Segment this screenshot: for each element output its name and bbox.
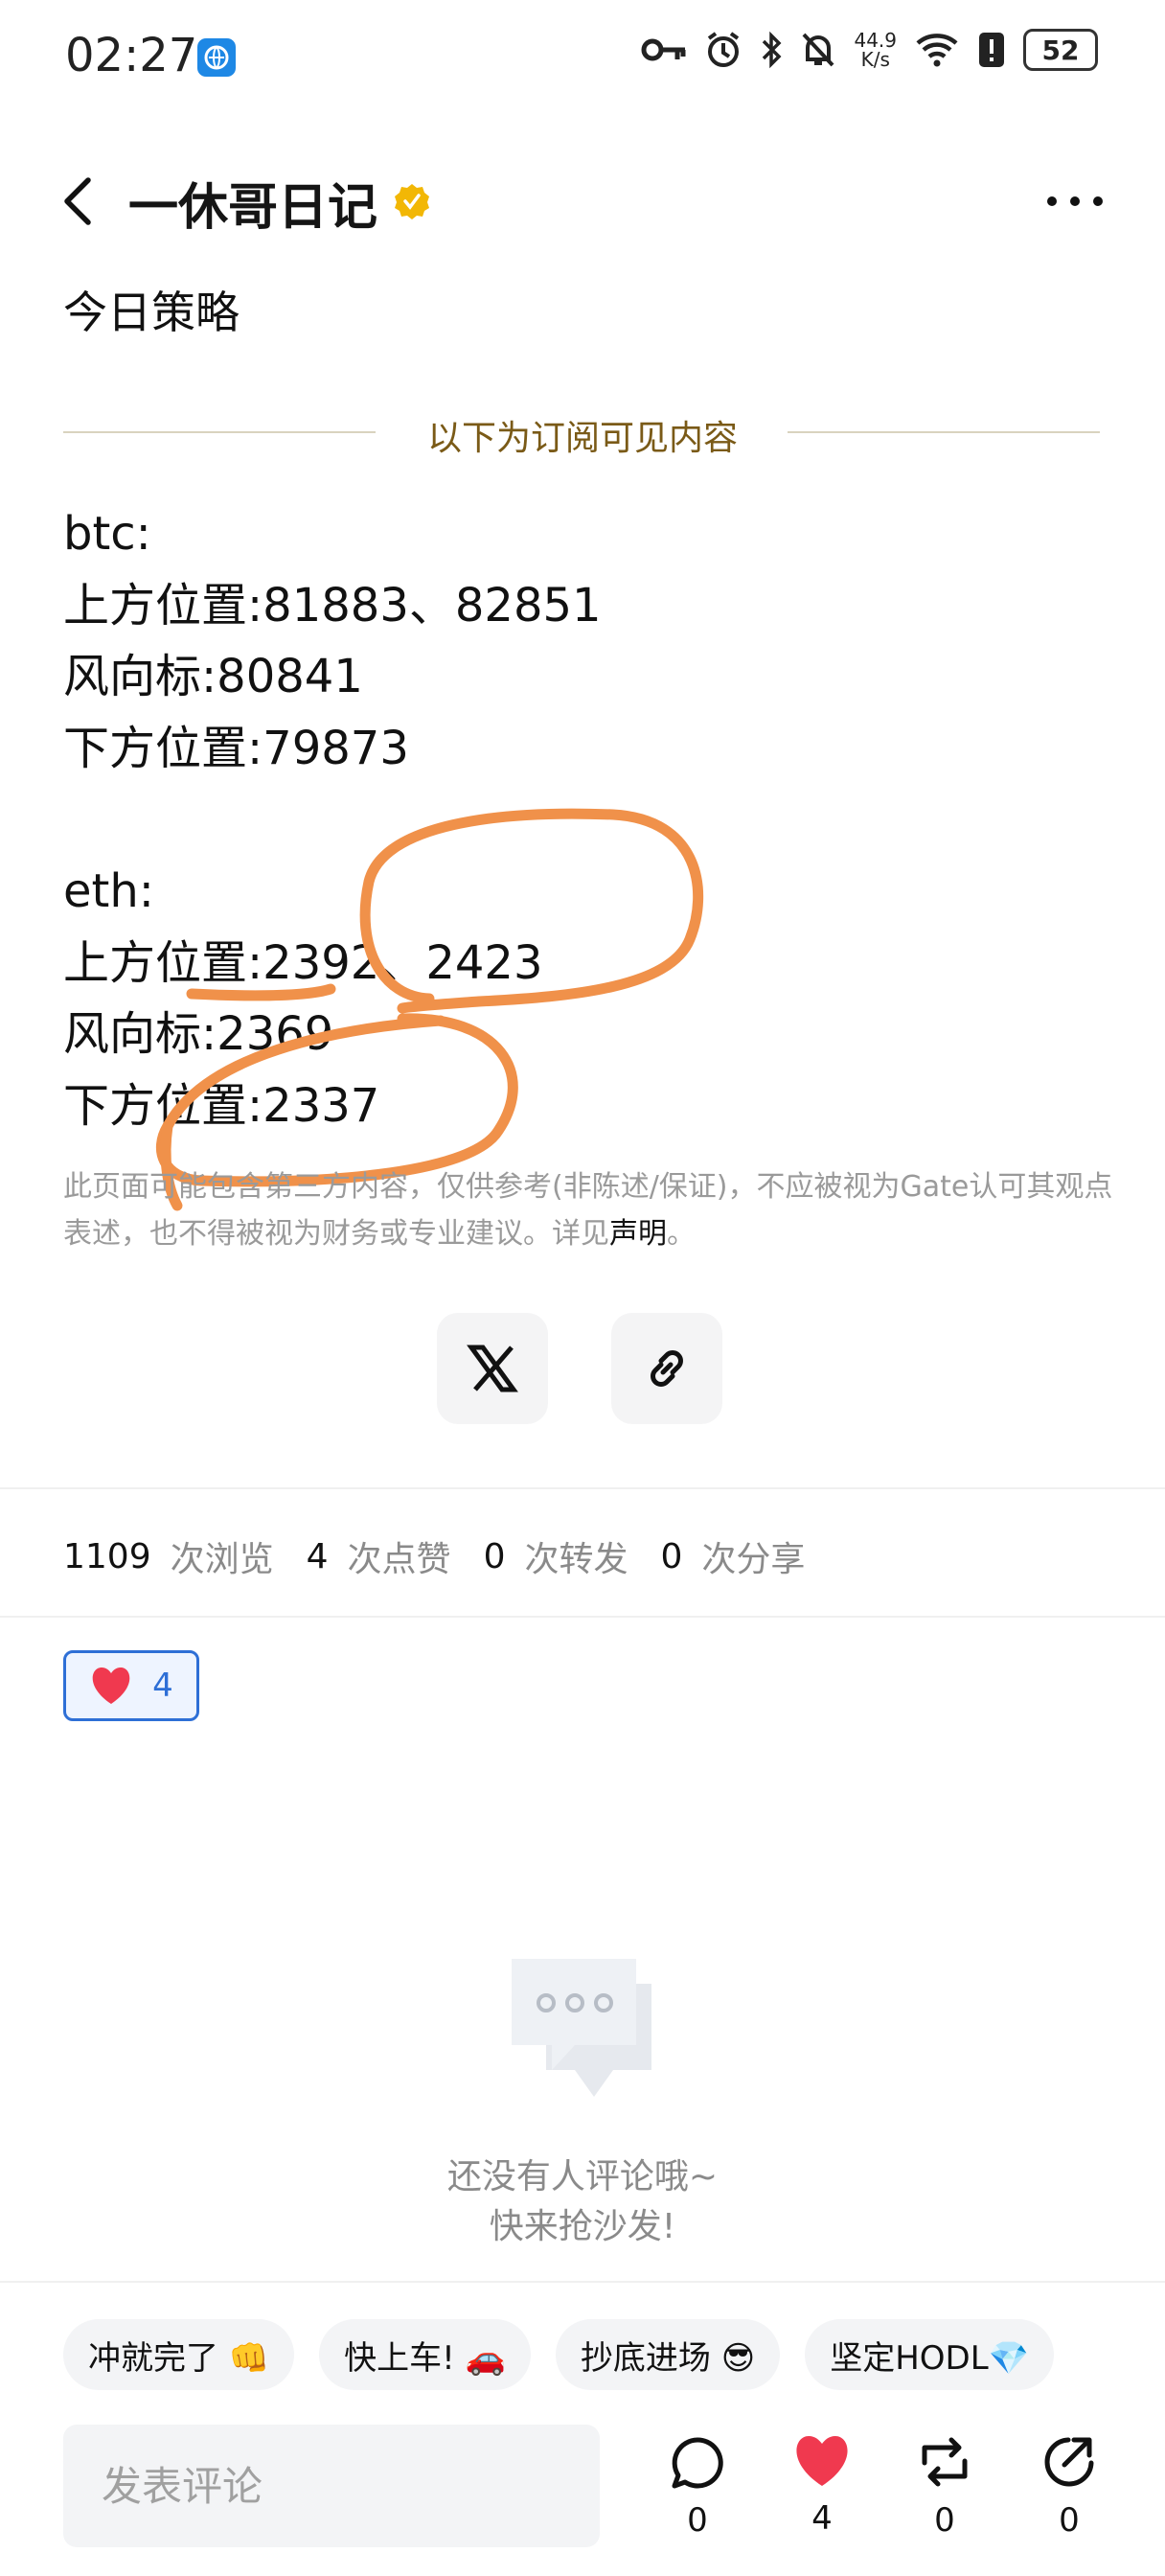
reposts-label: 次转发 bbox=[524, 1540, 628, 1579]
disclaimer-link[interactable]: 声明 bbox=[609, 1217, 667, 1251]
network-speed: 44.9 K/s bbox=[854, 29, 897, 71]
content-line: 下方位置:2337 bbox=[63, 1078, 380, 1133]
comment-action-button[interactable]: 0 bbox=[659, 2434, 736, 2540]
views-count: 1109 bbox=[63, 1536, 151, 1576]
mute-bell-icon bbox=[803, 33, 834, 67]
post-content: btc: 上方位置:81883、82851 风向标:80841 下方位置:798… bbox=[63, 498, 602, 1141]
disclaimer: 此页面可能包含第三方内容，仅供参考(非陈述/保证)，不应被视为Gate认可其观点… bbox=[63, 1170, 1113, 1251]
content-line: 上方位置:81883、82851 bbox=[63, 578, 602, 632]
content-line: 风向标:80841 bbox=[63, 650, 363, 704]
comment-input[interactable] bbox=[63, 2425, 600, 2547]
repost-icon bbox=[922, 2437, 968, 2487]
share-arrow-icon bbox=[1044, 2437, 1094, 2487]
app-notification-icon bbox=[197, 38, 236, 77]
more-options-icon[interactable] bbox=[1044, 182, 1106, 220]
content-line: 上方位置:2392、2423 bbox=[63, 935, 543, 990]
repost-action-button[interactable]: 0 bbox=[906, 2434, 983, 2540]
share-action-button[interactable]: 0 bbox=[1031, 2434, 1108, 2540]
subscriber-content-label: 以下为订阅可见内容 bbox=[426, 419, 738, 458]
shares-count: 0 bbox=[660, 1536, 683, 1576]
heart-reaction-button[interactable]: 4 bbox=[63, 1650, 199, 1721]
status-icons: 44.9 K/s 52 bbox=[641, 29, 1098, 71]
reposts-count: 0 bbox=[483, 1536, 506, 1576]
content-line bbox=[63, 784, 602, 856]
link-icon bbox=[651, 1350, 683, 1387]
content-line: btc: bbox=[63, 507, 151, 561]
status-time: 02:27 bbox=[65, 29, 198, 82]
heart-icon bbox=[92, 1668, 130, 1704]
shares-label: 次分享 bbox=[701, 1540, 806, 1579]
divider bbox=[0, 1487, 1165, 1489]
page-title[interactable]: 一休哥日记 bbox=[128, 167, 377, 239]
repost-count: 0 bbox=[934, 2501, 955, 2540]
quick-reply-chip[interactable]: 冲就完了 👊 bbox=[63, 2319, 295, 2390]
divider bbox=[0, 2281, 1165, 2283]
verified-badge-icon bbox=[393, 182, 431, 220]
post-title: 今日策略 bbox=[63, 287, 240, 338]
key-icon bbox=[641, 38, 686, 61]
x-logo-icon bbox=[467, 1345, 518, 1392]
wifi-icon bbox=[916, 34, 958, 67]
likes-label: 次点赞 bbox=[347, 1540, 451, 1579]
back-icon[interactable] bbox=[56, 172, 103, 230]
like-action-button[interactable]: 4 bbox=[784, 2434, 860, 2538]
battery-indicator: 52 bbox=[1023, 29, 1098, 71]
heart-filled-icon bbox=[796, 2436, 848, 2486]
share-x-button[interactable] bbox=[437, 1313, 548, 1424]
empty-comments-icon bbox=[508, 1955, 657, 2108]
content-line: 下方位置:79873 bbox=[63, 721, 409, 775]
alarm-icon bbox=[708, 32, 740, 67]
content-line: 风向标:2369 bbox=[63, 1007, 334, 1062]
quick-reply-chip[interactable]: 快上车! 🚗 bbox=[319, 2319, 531, 2390]
quick-reply-chip[interactable]: 坚定HODL💎 bbox=[805, 2319, 1054, 2390]
divider bbox=[0, 1616, 1165, 1618]
reaction-count: 4 bbox=[152, 1667, 173, 1705]
alert-icon bbox=[979, 33, 1004, 67]
views-label: 次浏览 bbox=[170, 1540, 274, 1579]
share-count: 0 bbox=[1059, 2501, 1080, 2540]
post-stats: 1109 次浏览 4 次点赞 0 次转发 0 次分享 bbox=[63, 1531, 837, 1581]
comment-bubble-icon bbox=[672, 2437, 723, 2489]
like-count: 4 bbox=[811, 2499, 833, 2538]
content-line: eth: bbox=[63, 863, 154, 918]
comment-count: 0 bbox=[687, 2501, 708, 2540]
bluetooth-icon bbox=[763, 31, 782, 69]
likes-count: 4 bbox=[306, 1536, 329, 1576]
quick-reply-bar: 冲就完了 👊 快上车! 🚗 抄底进场 😎 坚定HODL💎 bbox=[63, 2319, 1054, 2390]
empty-comments-message: 还没有人评论哦~ 快来抢沙发! bbox=[446, 2157, 719, 2246]
copy-link-button[interactable] bbox=[611, 1313, 722, 1424]
quick-reply-chip[interactable]: 抄底进场 😎 bbox=[555, 2319, 781, 2390]
